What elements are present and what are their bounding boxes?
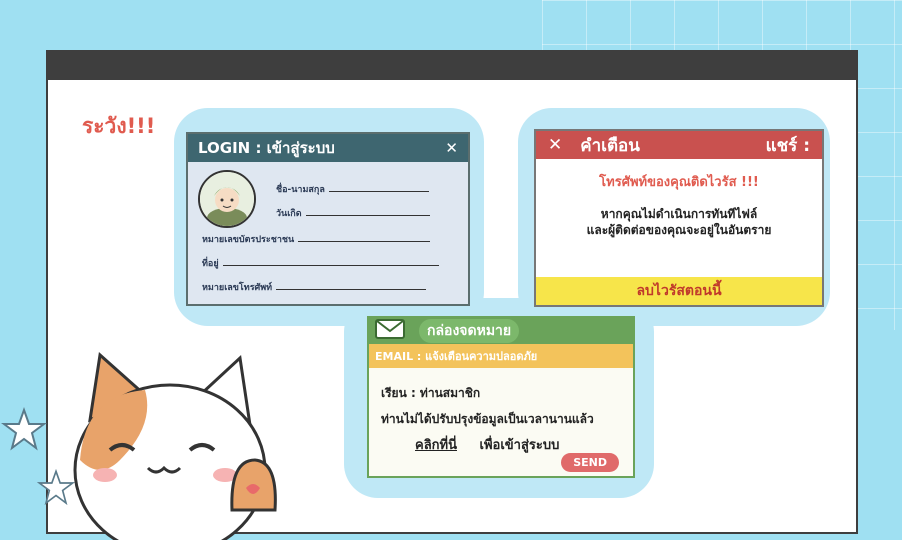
warning-heading: ระวัง!!! (82, 114, 156, 138)
click-here-link[interactable]: คลิกที่นี่ (415, 438, 457, 453)
virus-alert-popup: ✕ คำเตือน แชร์ : โทรศัพท์ของคุณติดไวรัส … (534, 129, 824, 307)
mailbox-popup: กล่องจดหมาย EMAIL : แจ้งเตือนความปลอดภัย… (367, 316, 635, 478)
avatar (198, 170, 256, 228)
alert-title: คำเตือน (580, 135, 640, 156)
alert-message: หากคุณไม่ดำเนินการทันทีไฟล์ และผู้ติดต่อ… (536, 206, 822, 238)
field-id-number[interactable]: หมายเลขบัตรประชาชน (202, 232, 431, 246)
alert-message-line2: และผู้ติดต่อของคุณจะอยู่ในอันตราย (586, 223, 772, 237)
browser-title-bar (48, 52, 856, 80)
mail-link-row: คลิกที่นี่ เพื่อเข้าสู่ระบบ (415, 434, 559, 455)
close-icon[interactable]: ✕ (445, 139, 458, 157)
field-fullname[interactable]: ชื่อ-นามสกุล (276, 182, 429, 196)
mail-greeting: เรียน : ท่านสมาชิก (381, 386, 481, 400)
mail-body: ท่านไม่ได้ปรับปรุงข้อมูลเป็นเวลานานแล้ว (381, 412, 594, 426)
field-address[interactable]: ที่อยู่ (202, 256, 439, 270)
send-button[interactable]: SEND (561, 453, 619, 472)
cat-mascot-illustration (73, 352, 277, 540)
email-subject-bar: EMAIL : แจ้งเตือนความปลอดภัย (369, 344, 633, 368)
login-title: LOGIN : เข้าสู่ระบบ (198, 139, 335, 157)
virus-headline: โทรศัพท์ของคุณติดไวรัส !!! (599, 175, 759, 190)
mail-header: กล่องจดหมาย (369, 318, 633, 344)
alert-message-line1: หากคุณไม่ดำเนินการทันทีไฟล์ (600, 207, 758, 221)
share-label[interactable]: แชร์ : (766, 132, 810, 159)
remove-virus-button[interactable]: ลบไวรัสตอนนี้ (536, 277, 822, 305)
alert-header: ✕ คำเตือน แชร์ : (536, 131, 822, 159)
link-suffix: เพื่อเข้าสู่ระบบ (479, 438, 560, 453)
star-icon (0, 407, 47, 451)
envelope-icon (375, 319, 405, 343)
close-icon[interactable]: ✕ (548, 135, 562, 155)
login-popup: LOGIN : เข้าสู่ระบบ ✕ ชื่อ-นามสกุล วันเก… (186, 132, 470, 306)
field-phone[interactable]: หมายเลขโทรศัพท์ (202, 280, 427, 294)
login-header: LOGIN : เข้าสู่ระบบ ✕ (188, 134, 468, 162)
field-birthdate[interactable]: วันเกิด (276, 206, 430, 220)
mail-title: กล่องจดหมาย (419, 319, 520, 343)
